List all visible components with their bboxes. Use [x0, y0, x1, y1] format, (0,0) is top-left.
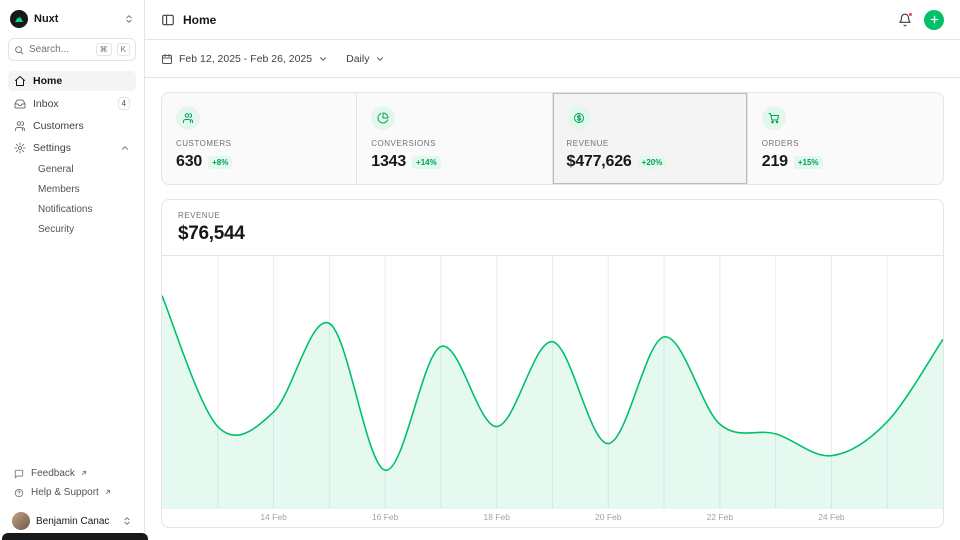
stat-card-customers[interactable]: CUSTOMERS 630 +8% [162, 93, 357, 184]
chart-header: REVENUE $76,544 [162, 200, 943, 256]
sidebar: Nuxt Search... ⌘ K Home [0, 0, 145, 540]
sidebar-subitem-notifications[interactable]: Notifications [8, 200, 136, 218]
chevron-up-icon [120, 143, 130, 153]
stat-label: ORDERS [762, 139, 929, 148]
sidebar-item-home[interactable]: Home [8, 71, 136, 91]
interval-select[interactable]: Daily [346, 53, 385, 65]
app-window: Nuxt Search... ⌘ K Home [0, 0, 960, 540]
stat-delta-badge: +8% [208, 156, 232, 169]
workspace-switcher[interactable]: Nuxt [8, 8, 136, 38]
chart-metric-label: REVENUE [178, 211, 927, 220]
x-tick-label: 20 Feb [595, 512, 621, 522]
search-input[interactable]: Search... ⌘ K [8, 38, 136, 61]
users-icon [14, 120, 26, 132]
users-icon [176, 106, 200, 130]
stat-value: 219 [762, 153, 788, 171]
page-title: Home [183, 13, 216, 27]
stat-delta-badge: +14% [412, 156, 441, 169]
notifications-button[interactable] [898, 13, 912, 27]
x-tick-label: 24 Feb [818, 512, 844, 522]
cutoff-popover-edge [2, 533, 148, 540]
x-tick-label: 18 Feb [483, 512, 509, 522]
chart-metric-value: $76,544 [178, 223, 927, 245]
inbox-icon [14, 98, 26, 110]
sidebar-item-label: Inbox [33, 98, 111, 110]
date-range-picker[interactable]: Feb 12, 2025 - Feb 26, 2025 [161, 53, 328, 65]
stat-card-conversions[interactable]: CONVERSIONS 1343 +14% [357, 93, 552, 184]
avatar [12, 512, 30, 530]
external-link-icon [104, 488, 112, 496]
external-link-icon [80, 469, 88, 477]
date-range-value: Feb 12, 2025 - Feb 26, 2025 [179, 53, 312, 65]
sidebar-subitem-members[interactable]: Members [8, 180, 136, 198]
revenue-chart [162, 256, 943, 509]
sidebar-item-customers[interactable]: Customers [8, 116, 136, 136]
calendar-icon [161, 53, 173, 65]
header-actions [898, 10, 944, 30]
user-name: Benjamin Canac [36, 516, 116, 527]
gear-icon [14, 142, 26, 154]
message-icon [14, 469, 24, 479]
sidebar-nav: Home Inbox 4 Customers Settings [8, 71, 136, 465]
feedback-link[interactable]: Feedback [8, 465, 136, 482]
chevron-down-icon [318, 54, 328, 64]
filters-toolbar: Feb 12, 2025 - Feb 26, 2025 Daily [145, 40, 960, 78]
kbd-cmd: ⌘ [96, 43, 112, 56]
shopping-cart-icon [762, 106, 786, 130]
page-header: Home [145, 0, 960, 40]
sidebar-subitem-security[interactable]: Security [8, 220, 136, 238]
stat-delta-badge: +15% [794, 156, 823, 169]
stat-value: $477,626 [567, 153, 632, 171]
workspace-name: Nuxt [34, 13, 118, 25]
main-panel: Home Feb 12, 2025 - Feb 26, 2025 [145, 0, 960, 540]
chevrons-up-down-icon [124, 14, 134, 24]
stat-label: REVENUE [567, 139, 733, 148]
panel-left-icon[interactable] [161, 13, 175, 27]
kbd-k: K [117, 43, 130, 56]
revenue-chart-card: REVENUE $76,544 14 Feb 16 Feb 18 Feb 20 Feb… [161, 199, 944, 528]
x-tick-label: 22 Feb [707, 512, 733, 522]
sidebar-item-label: Settings [33, 142, 113, 154]
help-support-link[interactable]: Help & Support [8, 484, 136, 501]
sidebar-item-label: Home [33, 75, 130, 87]
chart-pie-icon [371, 106, 395, 130]
notification-dot [908, 12, 913, 17]
interval-value: Daily [346, 53, 369, 65]
x-tick-label: 14 Feb [260, 512, 286, 522]
sidebar-footer: Feedback Help & Support [8, 465, 136, 507]
user-menu[interactable]: Benjamin Canac [8, 507, 136, 532]
search-placeholder: Search... [29, 44, 91, 55]
chevrons-up-down-icon [122, 516, 132, 526]
stats-row: CUSTOMERS 630 +8% CONVERSIONS 1343 +14% [161, 92, 944, 185]
stat-label: CONVERSIONS [371, 139, 537, 148]
stat-delta-badge: +20% [638, 156, 667, 169]
chevron-down-icon [375, 54, 385, 64]
footer-item-label: Help & Support [31, 487, 99, 498]
help-circle-icon [14, 488, 24, 498]
inbox-count-badge: 4 [118, 97, 130, 110]
sidebar-item-inbox[interactable]: Inbox 4 [8, 93, 136, 114]
stat-value: 1343 [371, 153, 406, 171]
chart-plot-area[interactable]: 14 Feb 16 Feb 18 Feb 20 Feb 22 Feb 24 Feb [162, 256, 943, 527]
circle-dollar-icon [567, 106, 591, 130]
x-tick-label: 16 Feb [372, 512, 398, 522]
search-icon [14, 45, 24, 55]
home-icon [14, 75, 26, 87]
sidebar-subitem-general[interactable]: General [8, 160, 136, 178]
sidebar-item-label: Customers [33, 120, 130, 132]
x-axis-labels: 14 Feb 16 Feb 18 Feb 20 Feb 22 Feb 24 Feb [162, 512, 943, 524]
sidebar-item-settings[interactable]: Settings [8, 138, 136, 158]
stat-card-revenue[interactable]: REVENUE $477,626 +20% [553, 93, 748, 184]
add-button[interactable] [924, 10, 944, 30]
footer-item-label: Feedback [31, 468, 75, 479]
stat-label: CUSTOMERS [176, 139, 342, 148]
page-content: CUSTOMERS 630 +8% CONVERSIONS 1343 +14% [145, 78, 960, 540]
stat-card-orders[interactable]: ORDERS 219 +15% [748, 93, 943, 184]
stat-value: 630 [176, 153, 202, 171]
nuxt-logo-icon [10, 10, 28, 28]
